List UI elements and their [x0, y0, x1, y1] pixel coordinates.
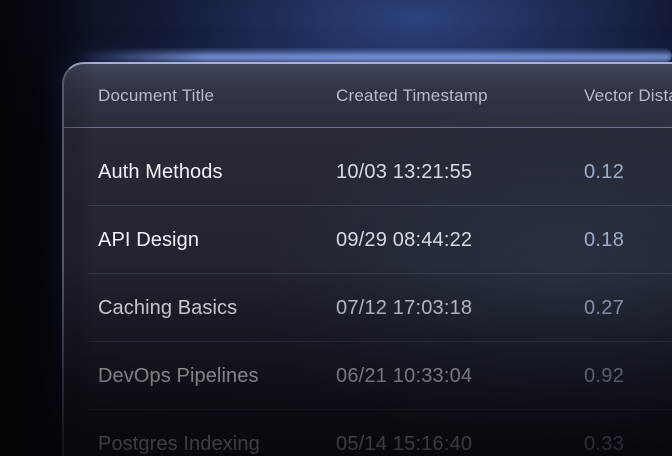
created-timestamp-cell: 05/14 15:16:40 — [336, 433, 584, 456]
created-timestamp-cell: 10/03 13:21:55 — [336, 161, 584, 184]
table-header-row: Document Title Created Timestamp Vector … — [64, 64, 672, 128]
created-timestamp-cell: 07/12 17:03:18 — [336, 297, 584, 320]
document-title-cell: API Design — [98, 229, 336, 252]
documents-table-card: Document Title Created Timestamp Vector … — [62, 62, 672, 456]
created-timestamp-cell: 06/21 10:33:04 — [336, 365, 584, 388]
table-row[interactable]: DevOps Pipelines 06/21 10:33:04 0.92 — [64, 342, 672, 410]
document-title-cell: Caching Basics — [98, 297, 336, 320]
vector-distance-cell: 0.27 — [584, 297, 672, 320]
document-title-cell: Auth Methods — [98, 161, 336, 184]
vector-distance-cell: 0.92 — [584, 365, 672, 388]
vector-distance-cell: 0.33 — [584, 433, 672, 456]
document-title-cell: DevOps Pipelines — [98, 365, 336, 388]
screen: Document Title Created Timestamp Vector … — [0, 0, 672, 456]
table-body: Auth Methods 10/03 13:21:55 0.12 API Des… — [64, 128, 672, 456]
vector-distance-cell: 0.12 — [584, 161, 672, 184]
column-header-document-title: Document Title — [98, 86, 336, 106]
table-row[interactable]: API Design 09/29 08:44:22 0.18 — [64, 206, 672, 274]
vector-distance-cell: 0.18 — [584, 229, 672, 252]
column-header-created-timestamp: Created Timestamp — [336, 86, 584, 106]
document-title-cell: Postgres Indexing — [98, 433, 336, 456]
table-row[interactable]: Caching Basics 07/12 17:03:18 0.27 — [64, 274, 672, 342]
created-timestamp-cell: 09/29 08:44:22 — [336, 229, 584, 252]
table-row[interactable]: Auth Methods 10/03 13:21:55 0.12 — [64, 138, 672, 206]
column-header-vector-distance: Vector Distance — [584, 86, 672, 106]
table-row[interactable]: Postgres Indexing 05/14 15:16:40 0.33 — [64, 410, 672, 456]
top-light-streak — [76, 48, 672, 63]
